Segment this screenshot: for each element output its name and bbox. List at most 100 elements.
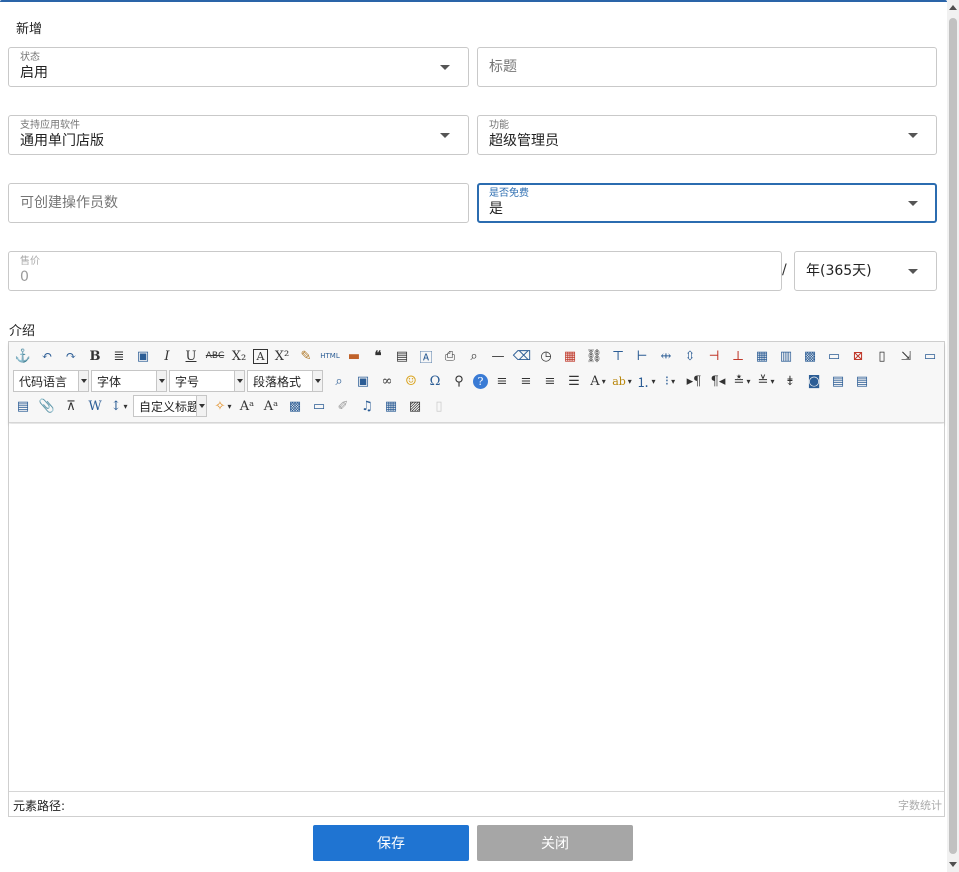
dialog-top-border [0,0,947,2]
close-button[interactable]: 关闭 [477,825,633,861]
html-source-icon[interactable]: HTML [320,346,340,366]
insert-code-icon[interactable]: ▤ [13,396,33,416]
scroll-down-arrow-icon[interactable] [949,862,957,867]
help-icon[interactable]: ? [473,373,488,389]
is-free-label: 是否免费 [489,188,529,199]
eraser-icon[interactable]: ⌫ [512,346,532,366]
map-icon[interactable]: ▭ [309,396,329,416]
ordered-list-icon[interactable]: ⒈ ▾ [636,371,656,391]
row-spacing-icon[interactable]: ≚ ▾ [756,371,776,391]
bold-icon[interactable]: B [85,346,105,366]
page-break-icon[interactable]: ⇟ [780,371,800,391]
save-button[interactable]: 保存 [313,825,469,861]
custom-heading-select[interactable]: 自定义标题 [133,395,207,417]
plain-paste-icon[interactable]: ▨ [405,396,425,416]
text-border-icon[interactable]: A [253,348,268,364]
col-insert-icon[interactable]: ⊢ [632,346,652,366]
strikethrough-icon[interactable]: ABC [205,346,225,366]
blank-doc-icon[interactable]: ▯ [429,396,449,416]
split-cols-icon[interactable]: ⇹ [656,346,676,366]
clear-format-icon[interactable]: ✎ [296,346,316,366]
table-cols-icon[interactable]: ▥ [776,346,796,366]
word-import-icon[interactable]: W [85,396,105,416]
font-family-select[interactable]: 字体 [91,370,167,392]
music-icon[interactable]: ✐ [333,396,353,416]
period-select[interactable]: 年(365天) [794,251,937,291]
magic-wand-icon[interactable]: ✧ ▾ [213,396,233,416]
snapscreen-icon[interactable]: ◙ [804,371,824,391]
align-justify-icon[interactable]: ☰ [564,371,584,391]
split-rows-icon[interactable]: ⇳ [680,346,700,366]
table-insert-icon[interactable]: ♫ [357,396,377,416]
insert-frame-icon[interactable]: ▣ [133,346,153,366]
rich-text-editor[interactable]: ⚓ ↶ ↷ B ≣ ▣ I U ABC X₂ A X² ✎ HTML ▬ ❝ ▤… [8,341,945,817]
table-grid-icon[interactable]: ▩ [800,346,820,366]
align-left-icon[interactable]: ≡ [492,371,512,391]
row-insert-icon[interactable]: ⊤ [608,346,628,366]
date-icon[interactable]: ▦ [560,346,580,366]
page-icon[interactable]: ▯ [872,346,892,366]
time-icon[interactable]: ◷ [536,346,556,366]
fullscreen-icon[interactable]: ▭ [920,346,940,366]
title-input[interactable]: 标题 [477,47,937,87]
text-direction-icon[interactable]: ⇲ [896,346,916,366]
font-color-icon[interactable]: A ▾ [588,371,608,391]
operators-input[interactable]: 可创建操作员数 [8,183,469,223]
paragraph-select[interactable]: 段落格式 [247,370,323,392]
unlink-icon[interactable]: ∞ [377,371,397,391]
print-icon[interactable]: ⎙ [440,346,460,366]
align-right-icon[interactable]: ≡ [540,371,560,391]
background-icon[interactable]: ▤ [852,371,872,391]
scroll-up-arrow-icon[interactable] [949,5,957,10]
redo-icon[interactable]: ↷ [61,346,81,366]
search-replace-icon[interactable]: ⌕ [329,371,349,391]
anchor-icon[interactable]: ⚓ [13,346,33,366]
italic-icon[interactable]: I [157,346,177,366]
word-count: 字数统计 [898,799,942,812]
template-icon[interactable]: ▤ [392,346,412,366]
align-center-icon[interactable]: ≡ [516,371,536,391]
vertical-scrollbar[interactable] [947,0,959,872]
delete-row-icon[interactable]: ⊥ [728,346,748,366]
line-height-icon[interactable]: ↕ ▾ [109,396,129,416]
code-language-select[interactable]: 代码语言 [13,370,89,392]
ltr-icon[interactable]: ¶◂ [708,371,728,391]
attachment-doc-icon[interactable]: 🄰 [416,346,436,366]
scrawl-icon[interactable]: ⊼ [61,396,81,416]
gallery-icon[interactable]: ▩ [285,396,305,416]
horizontal-rule-icon[interactable]: — [488,346,508,366]
table-delete-icon[interactable]: ⊠ [848,346,868,366]
table-merge-icon[interactable]: ▭ [824,346,844,366]
special-char-icon[interactable]: Ω [425,371,445,391]
software-select[interactable]: 支持应用软件 通用单门店版 [8,115,469,155]
subscript-icon[interactable]: X₂ [229,346,249,366]
indent-icon[interactable]: ▸¶ [684,371,704,391]
emoticon-icon[interactable]: ☺ [401,371,421,391]
function-select[interactable]: 功能 超级管理员 [477,115,937,155]
font-size-down-icon[interactable]: Aᵃ [261,396,281,416]
is-free-select[interactable]: 是否免费 是 [477,183,937,223]
undo-icon[interactable]: ↶ [37,346,57,366]
font-size-up-icon[interactable]: Aᵃ [237,396,257,416]
underline-icon[interactable]: U [181,346,201,366]
link-chain-icon[interactable]: ⛓ [584,346,604,366]
image-insert-icon[interactable]: ▣ [353,371,373,391]
find-icon[interactable]: ⚲ [449,371,469,391]
attach-icon[interactable]: 📎 [37,396,57,416]
format-match-icon[interactable]: ≣ [109,346,129,366]
blockquote-icon[interactable]: ❝ [368,346,388,366]
line-spacing-icon[interactable]: ≛ ▾ [732,371,752,391]
preview-icon[interactable]: ⌕ [464,346,484,366]
table-icon[interactable]: ▦ [752,346,772,366]
paste-icon[interactable]: ▦ [381,396,401,416]
delete-col-icon[interactable]: ⊣ [704,346,724,366]
superscript-icon[interactable]: X² [272,346,292,366]
scroll-thumb[interactable] [949,18,957,854]
font-size-select[interactable]: 字号 [169,370,245,392]
editor-content-area[interactable] [9,424,944,792]
wordimage-icon[interactable]: ▤ [828,371,848,391]
unordered-list-icon[interactable]: ⁝ ▾ [660,371,680,391]
image-icon[interactable]: ▬ [344,346,364,366]
status-select[interactable]: 状态 启用 [8,47,469,87]
highlight-icon[interactable]: ab ▾ [612,371,632,391]
